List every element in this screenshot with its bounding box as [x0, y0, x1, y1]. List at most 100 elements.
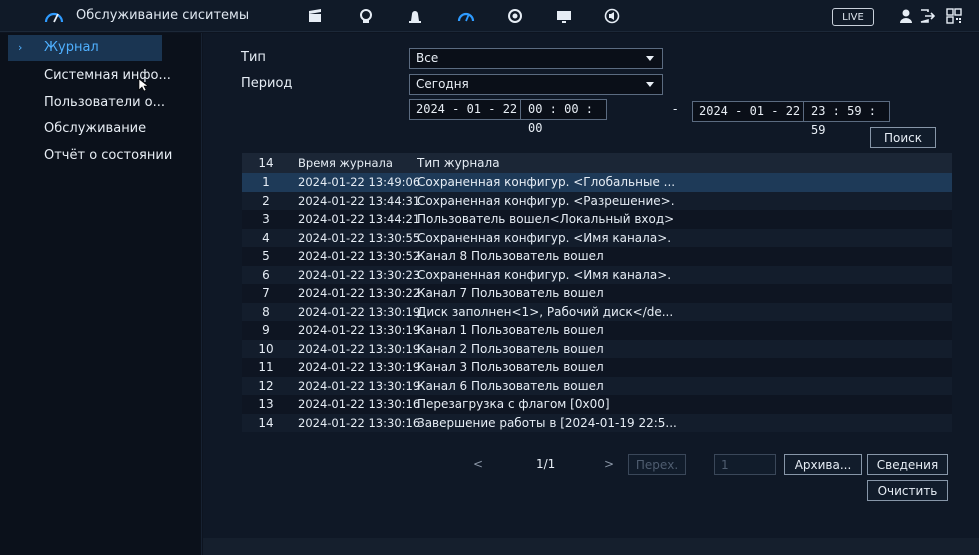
sidebar: › Журнал Системная инфо... Пользователи …: [0, 33, 202, 555]
row-number: 1: [262, 175, 270, 190]
end-datetime-input[interactable]: 2024 - 01 - 22 23 : 59 : 59: [692, 101, 890, 137]
sidebar-item-status-report[interactable]: Отчёт о состоянии: [0, 143, 202, 169]
table-row[interactable]: 13 2024-01-22 13:30:16 Перезагрузка с флаг…: [242, 395, 952, 414]
caret-down-icon: [646, 82, 654, 87]
row-time: 2024-01-22 13:30:19: [298, 341, 421, 356]
end-date: 2024 - 01 - 22: [699, 104, 801, 118]
audio-icon[interactable]: [602, 6, 622, 26]
row-number: 5: [262, 249, 270, 264]
clear-button[interactable]: Очистить: [867, 480, 948, 501]
header-time[interactable]: Время журнала: [290, 153, 417, 173]
table-row[interactable]: 14 2024-01-22 13:30:16 Завершение работы в…: [242, 413, 952, 432]
maintenance-icon[interactable]: [456, 6, 476, 26]
header-type[interactable]: Тип журнала: [417, 153, 937, 173]
live-button[interactable]: LIVE: [832, 8, 874, 26]
period-select[interactable]: Сегодня: [409, 74, 663, 95]
row-type: Канал 3 Пользователь вошел: [417, 360, 604, 375]
main-content: Тип Все Период Сегодня 2024 - 01 - 22 00…: [203, 33, 979, 555]
header-count: 14: [258, 156, 274, 170]
row-time: 2024-01-22 13:44:21: [298, 212, 421, 227]
table-row[interactable]: 3 2024-01-22 13:44:21 Пользователь вошел<Л…: [242, 210, 952, 229]
app-title: Обслуживание сиситемы: [76, 8, 250, 23]
row-number: 10: [258, 341, 274, 356]
row-number: 3: [262, 212, 270, 227]
page-indicator: 1/1: [536, 457, 556, 471]
period-select-value: Сегодня: [416, 77, 469, 91]
sidebar-item-maintenance[interactable]: Обслуживание: [0, 116, 202, 142]
row-number: 11: [258, 360, 274, 375]
row-type: Канал 8 Пользователь вошел: [417, 249, 604, 264]
prev-page-button[interactable]: <: [473, 457, 483, 471]
table-row[interactable]: 6 2024-01-22 13:30:23 Сохраненная конфигур…: [242, 265, 952, 284]
bottom-strip: [203, 538, 979, 555]
row-number: 8: [262, 304, 270, 319]
row-time: 2024-01-22 13:30:22: [298, 286, 421, 301]
table-row[interactable]: 12 2024-01-22 13:30:19 Канал 6 Пользовател…: [242, 376, 952, 395]
row-time: 2024-01-22 13:49:06: [298, 175, 421, 190]
row-type: Перезагрузка с флагом [0x00]: [417, 397, 610, 412]
type-select-value: Все: [416, 51, 439, 65]
table-header: 14 Время журнала Тип журнала: [242, 153, 952, 173]
table-row[interactable]: 4 2024-01-22 13:30:55 Сохраненная конфигур…: [242, 228, 952, 247]
go-to-page-button[interactable]: Перех.: [628, 454, 686, 475]
sidebar-item-system-info[interactable]: Системная инфо...: [0, 63, 202, 89]
row-type: Пользователь вошел<Локальный вход>: [417, 212, 675, 227]
camera-icon[interactable]: [505, 6, 525, 26]
table-row[interactable]: 7 2024-01-22 13:30:22 Канал 7 Пользователь…: [242, 284, 952, 303]
monitor-icon[interactable]: [554, 6, 574, 26]
user-icon[interactable]: [896, 6, 916, 26]
top-bar: Обслуживание сиситемы LIVE: [0, 0, 979, 32]
chevron-right-icon: ›: [18, 41, 23, 54]
sidebar-item-label: Системная инфо...: [44, 68, 171, 83]
details-button[interactable]: Сведения: [867, 454, 948, 475]
logout-icon[interactable]: [917, 6, 937, 26]
log-table: 14 Время журнала Тип журнала 1 2024-01-22…: [242, 153, 952, 432]
table-row[interactable]: 1 2024-01-22 13:49:06 Сохраненная конфигур…: [242, 173, 952, 192]
row-type: Канал 6 Пользователь вошел: [417, 378, 604, 393]
sidebar-item-label: Пользователи о...: [44, 95, 166, 110]
sidebar-item-label: Отчёт о состоянии: [44, 148, 173, 163]
clapper-icon[interactable]: [305, 6, 325, 26]
table-row[interactable]: 11 2024-01-22 13:30:19 Канал 3 Пользовател…: [242, 358, 952, 377]
archive-button[interactable]: Архива...: [784, 454, 862, 475]
row-time: 2024-01-22 13:30:19: [298, 304, 421, 319]
divider: [520, 100, 521, 119]
row-type: Сохраненная конфигур. <Разрешение>.: [417, 193, 675, 208]
row-time: 2024-01-22 13:30:19: [298, 378, 421, 393]
alarm-icon[interactable]: [405, 6, 425, 26]
row-time: 2024-01-22 13:30:16: [298, 415, 421, 430]
caret-down-icon: [646, 56, 654, 61]
table-row[interactable]: 5 2024-01-22 13:30:52 Канал 8 Пользователь…: [242, 247, 952, 266]
start-time: 00 : 00 : 00: [528, 102, 594, 135]
table-row[interactable]: 2 2024-01-22 13:44:31 Сохраненная конфигур…: [242, 191, 952, 210]
table-row[interactable]: 8 2024-01-22 13:30:19 Диск заполнен<1>, Ра…: [242, 302, 952, 321]
table-row[interactable]: 9 2024-01-22 13:30:19 Канал 1 Пользователь…: [242, 321, 952, 340]
row-number: 7: [262, 286, 270, 301]
row-type: Завершение работы в [2024-01-19 22:5...: [417, 415, 677, 430]
row-time: 2024-01-22 13:30:23: [298, 267, 421, 282]
row-time: 2024-01-22 13:44:31: [298, 193, 421, 208]
row-number: 12: [258, 378, 274, 393]
page-number-input[interactable]: 1: [714, 454, 776, 475]
row-type: Сохраненная конфигур. <Глобальные ...: [417, 175, 676, 190]
dashboard-icon: [44, 12, 64, 23]
row-number: 6: [262, 267, 270, 282]
sidebar-item-label: Обслуживание: [44, 121, 147, 136]
row-number: 2: [262, 193, 270, 208]
start-date: 2024 - 01 - 22: [416, 102, 518, 116]
row-type: Канал 2 Пользователь вошел: [417, 341, 604, 356]
row-time: 2024-01-22 13:30:55: [298, 230, 421, 245]
face-icon[interactable]: [356, 6, 376, 26]
sidebar-item-online-users[interactable]: Пользователи о...: [0, 90, 202, 116]
search-button[interactable]: Поиск: [870, 127, 936, 148]
row-type: Канал 1 Пользователь вошел: [417, 323, 604, 338]
type-select[interactable]: Все: [409, 48, 663, 69]
qr-icon[interactable]: [944, 6, 964, 26]
table-row[interactable]: 10 2024-01-22 13:30:19 Канал 2 Пользовател…: [242, 339, 952, 358]
start-datetime-input[interactable]: 2024 - 01 - 22 00 : 00 : 00: [409, 99, 607, 135]
next-page-button[interactable]: >: [604, 457, 614, 471]
range-separator: -: [673, 102, 678, 116]
sidebar-item-journal[interactable]: › Журнал: [8, 35, 162, 61]
row-type: Диск заполнен<1>, Рабочий диск</de...: [417, 304, 674, 319]
row-number: 4: [262, 230, 270, 245]
